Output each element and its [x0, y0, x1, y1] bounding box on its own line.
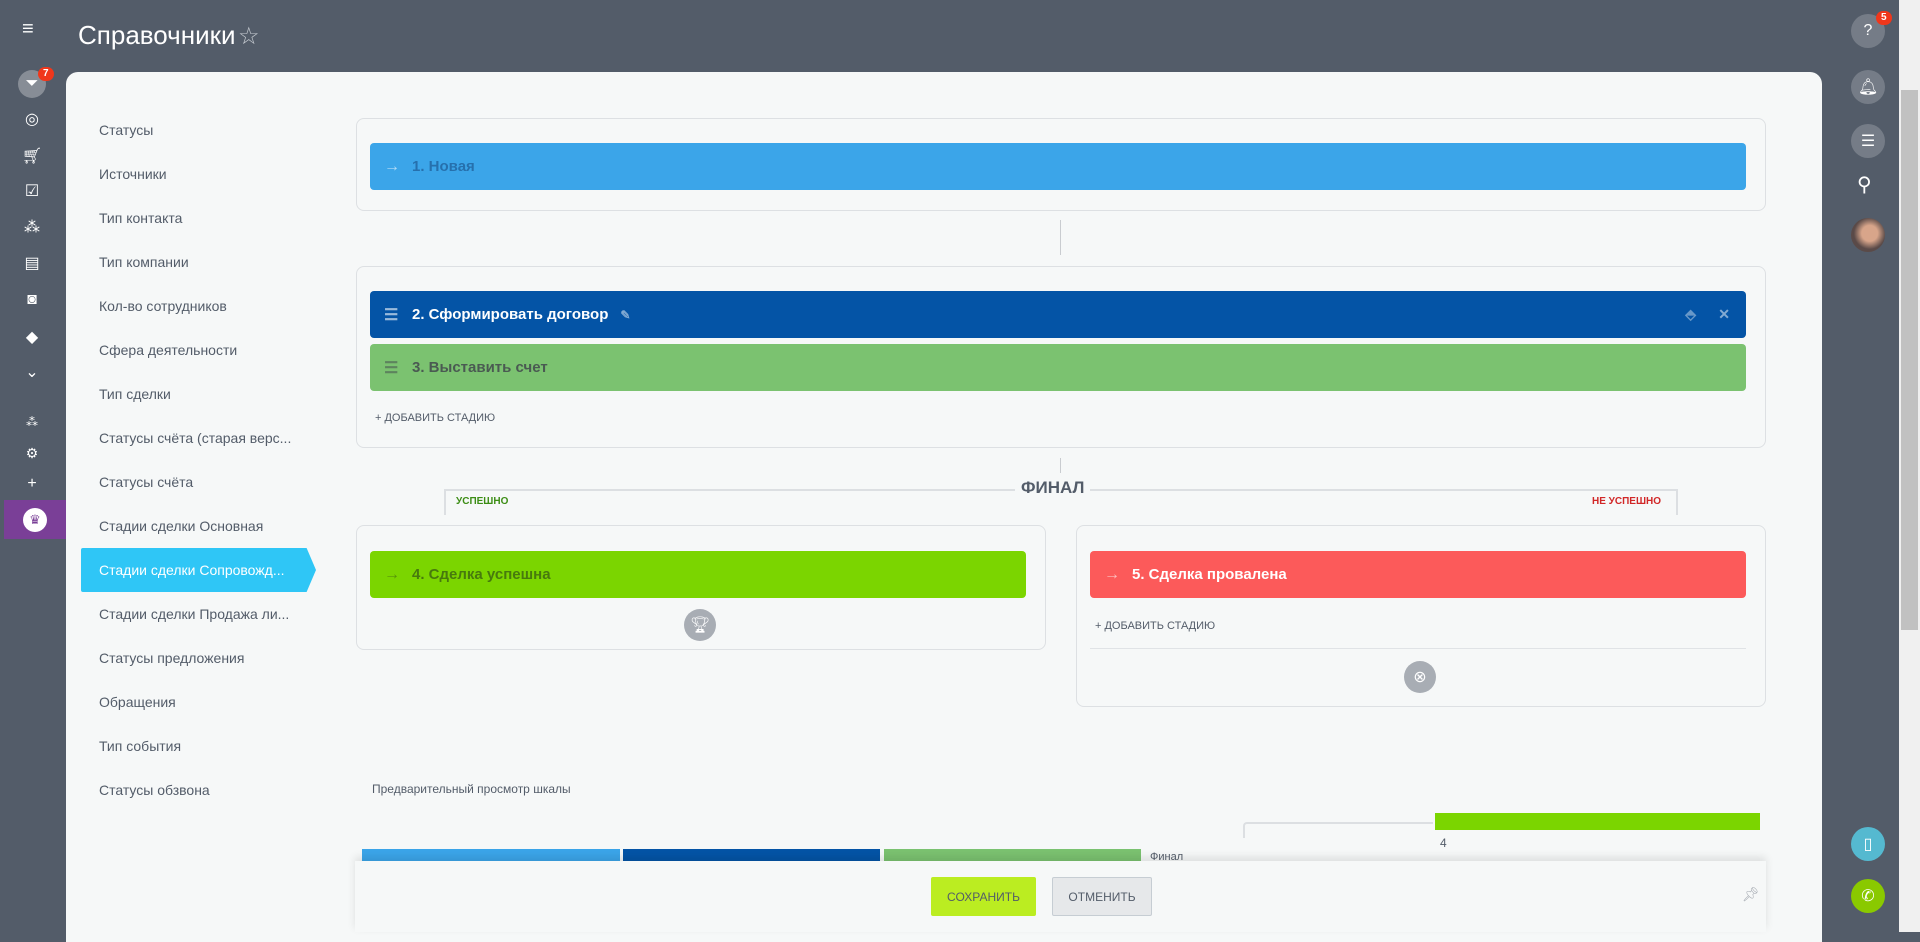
help-badge: 5	[1876, 11, 1892, 25]
star-icon[interactable]: ☆	[238, 22, 260, 51]
cart-icon[interactable]: 🛒︎	[18, 142, 46, 170]
phone-icon[interactable]: ✆	[1851, 879, 1885, 913]
color-picker-icon[interactable]: ⬘	[1685, 306, 1696, 323]
nav-item[interactable]: Статусы обзвона	[99, 768, 329, 812]
nav-item[interactable]: Статусы счёта (старая верс...	[99, 416, 329, 460]
edit-icon[interactable]: ✎	[620, 308, 630, 322]
stage-label: 3. Выставить счет	[412, 359, 548, 376]
drag-handle-icon[interactable]: ☰	[384, 358, 406, 378]
more-icon[interactable]: ⌄	[18, 358, 46, 386]
target-icon[interactable]: ◎	[18, 105, 46, 133]
robot-icon[interactable]: ◙	[18, 286, 46, 314]
scrollbar[interactable]	[1899, 0, 1920, 932]
bell-icon[interactable]: 🔔︎	[1851, 70, 1885, 104]
delete-icon[interactable]: ✕	[1718, 306, 1730, 323]
nav-item[interactable]: Стадии сделки Сопровожд...	[81, 548, 316, 592]
success-label: УСПЕШНО	[456, 496, 509, 507]
divider	[1090, 648, 1746, 649]
contacts-icon[interactable]: ▤	[18, 249, 46, 277]
pin-icon[interactable]: 📌︎	[1742, 886, 1760, 903]
page-title: Справочники	[78, 20, 236, 50]
drag-handle-icon[interactable]: ☰	[384, 305, 406, 325]
avatar[interactable]	[1851, 218, 1885, 252]
fail-cross-icon: ⊗	[1404, 661, 1436, 693]
devices-icon[interactable]: ▯	[1851, 827, 1885, 861]
cancel-button[interactable]: ОТМЕНИТЬ	[1052, 877, 1152, 916]
box-icon[interactable]: ◆	[18, 323, 46, 351]
nav-item[interactable]: Статусы предложения	[99, 636, 329, 680]
stage-label: 4. Сделка успешна	[412, 566, 551, 583]
stage-label: 2. Сформировать договор	[412, 306, 609, 323]
final-title: ФИНАЛ	[1015, 478, 1091, 498]
stage-fail[interactable]: → 5. Сделка провалена	[1090, 551, 1746, 598]
nav-item[interactable]: Тип сделки	[99, 372, 329, 416]
arrow-icon: →	[1104, 565, 1120, 583]
nav-item[interactable]: Тип контакта	[99, 196, 329, 240]
scroll-thumb[interactable]	[1901, 90, 1918, 630]
chat-icon[interactable]: ☰	[1851, 124, 1885, 158]
nav-item[interactable]: Обращения	[99, 680, 329, 724]
stage-success[interactable]: → 4. Сделка успешна	[370, 551, 1026, 598]
fail-label: НЕ УСПЕШНО	[1592, 496, 1662, 507]
stage-label: 1. Новая	[412, 158, 475, 175]
crm-badge: 7	[38, 67, 54, 81]
arrow-icon: →	[384, 157, 400, 175]
nav-item[interactable]: Источники	[99, 152, 329, 196]
nav-item[interactable]: Стадии сделки Основная	[99, 504, 329, 548]
nav-item[interactable]: Тип события	[99, 724, 329, 768]
stage-label: 5. Сделка провалена	[1132, 566, 1287, 583]
trophy-icon: 🏆︎	[684, 609, 716, 641]
stage-new[interactable]: → 1. Новая	[370, 143, 1746, 190]
nav-item[interactable]: Сфера деятельности	[99, 328, 329, 372]
add-stage-button[interactable]: + ДОБАВИТЬ СТАДИЮ	[375, 412, 495, 424]
nav-item[interactable]: Тип компании	[99, 240, 329, 284]
structure-icon[interactable]: ⁂	[18, 408, 46, 436]
arrow-icon: →	[384, 565, 400, 583]
add-icon[interactable]: +	[18, 470, 46, 498]
nav-item[interactable]: Стадии сделки Продажа ли...	[99, 592, 329, 636]
settings-icon[interactable]: ⚙	[18, 439, 46, 467]
crown-button[interactable]: ♛	[4, 500, 66, 539]
save-button[interactable]: СОХРАНИТЬ	[931, 877, 1036, 916]
crown-icon: ♛	[23, 507, 47, 532]
stage-invoice[interactable]: ☰ 3. Выставить счет	[370, 344, 1746, 391]
sites-icon[interactable]: ⁂	[18, 213, 46, 241]
preview-success-number: 4	[1440, 836, 1447, 850]
preview-bracket	[1243, 822, 1433, 838]
preview-success-bar	[1435, 813, 1760, 830]
stage-contract[interactable]: ☰ 2. Сформировать договор ✎ ⬘ ✕	[370, 291, 1746, 338]
connector	[1060, 220, 1061, 255]
tasks-icon[interactable]: ☑	[18, 177, 46, 205]
nav-item[interactable]: Кол-во сотрудников	[99, 284, 329, 328]
menu-icon[interactable]: ≡	[22, 19, 44, 39]
add-fail-stage-button[interactable]: + ДОБАВИТЬ СТАДИЮ	[1095, 620, 1215, 632]
search-icon[interactable]: ⚲	[1857, 172, 1872, 197]
connector	[1060, 458, 1061, 473]
nav-item[interactable]: Статусы счёта	[99, 460, 329, 504]
nav-item[interactable]: Статусы	[99, 108, 329, 152]
preview-title: Предварительный просмотр шкалы	[372, 782, 571, 796]
